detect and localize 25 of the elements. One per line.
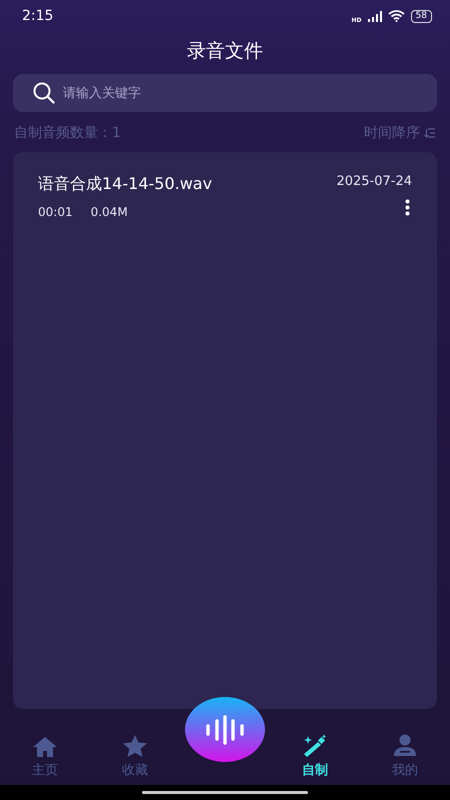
signal-icon <box>368 10 382 22</box>
tab-item[interactable]: 收藏 <box>90 734 180 779</box>
count-label: 自制音频数量：1 <box>14 124 121 142</box>
file-duration: 00:01 <box>38 205 73 219</box>
page-title: 录音文件 <box>187 39 263 64</box>
more-icon <box>405 198 410 216</box>
sort-icon[interactable] <box>424 128 436 138</box>
home-icon <box>32 736 58 758</box>
file-date: 2025-07-24 <box>336 174 412 191</box>
more-button[interactable] <box>403 196 412 218</box>
magic-wand-icon <box>302 734 328 758</box>
tab-item[interactable]: 自制 <box>270 734 360 779</box>
user-icon <box>392 734 418 758</box>
file-size: 0.04M <box>90 205 128 219</box>
star-icon <box>122 734 148 758</box>
status-time: 2:15 <box>22 8 54 24</box>
sound-wave-icon <box>205 714 245 744</box>
wifi-icon <box>388 10 405 22</box>
battery-indicator: 58 <box>410 10 432 22</box>
file-name[interactable]: 语音合成14-14-50.wav <box>38 174 212 195</box>
tab-item[interactable]: 我的 <box>360 734 450 779</box>
search-field[interactable]: 请输入关键字 <box>13 74 437 112</box>
search-icon <box>33 82 55 104</box>
sort-label[interactable]: 时间降序 <box>364 124 420 142</box>
tab-item[interactable]: 主页 <box>0 736 90 779</box>
